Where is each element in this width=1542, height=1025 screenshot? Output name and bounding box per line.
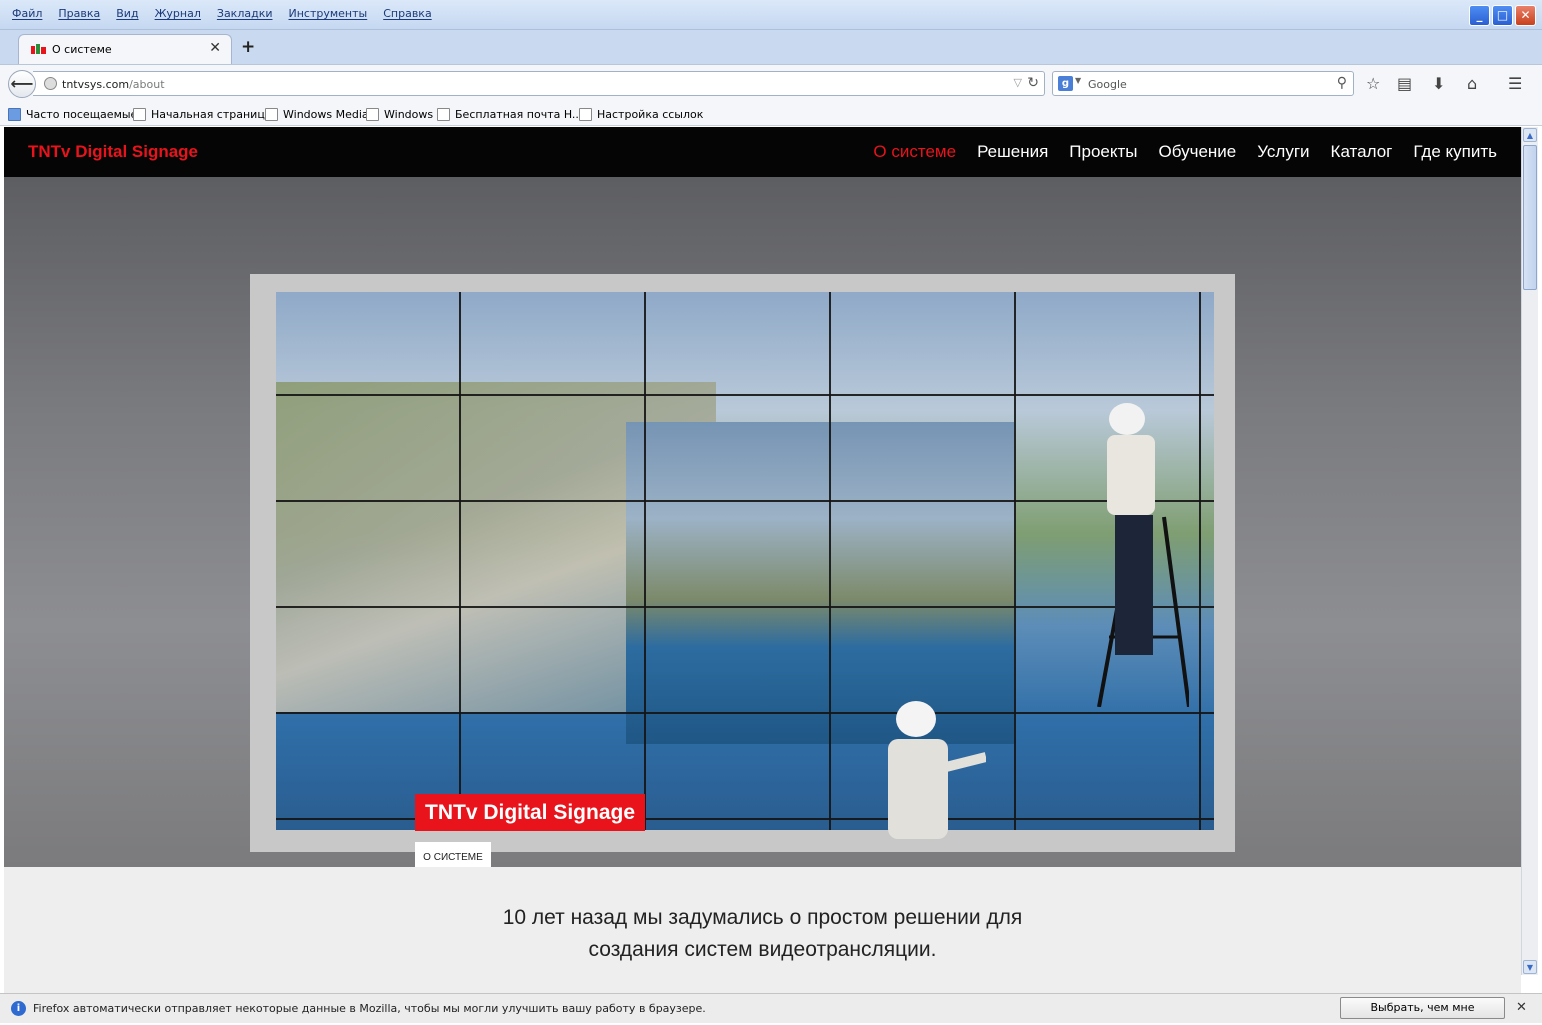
tab-title: О системе <box>52 43 112 56</box>
scroll-down-icon[interactable]: ▼ <box>1523 960 1537 974</box>
search-icon[interactable]: ⚲ <box>1337 75 1347 91</box>
info-icon: i <box>11 1001 26 1016</box>
bookmark-customize-links[interactable]: Настройка ссылок <box>579 108 703 121</box>
nav-training[interactable]: Обучение <box>1159 142 1237 162</box>
home-icon[interactable]: ⌂ <box>1467 74 1477 93</box>
worker-on-ladder-figure <box>1097 403 1189 707</box>
page-icon <box>133 108 146 121</box>
scrollbar-thumb[interactable] <box>1523 145 1537 290</box>
nav-catalog[interactable]: Каталог <box>1331 142 1393 162</box>
url-host: tntvsys.com <box>62 78 130 91</box>
bookmarks-toolbar: Часто посещаемые Начальная страница Wind… <box>0 102 1542 126</box>
menu-history[interactable]: Журнал <box>147 7 209 20</box>
history-dropdown-icon[interactable]: ▽ <box>1014 76 1022 89</box>
bookmark-most-visited[interactable]: Часто посещаемые <box>8 108 137 121</box>
nav-solutions[interactable]: Решения <box>977 142 1048 162</box>
address-bar[interactable]: tntvsys.com/about ▽ ↻ <box>33 71 1045 96</box>
page-icon <box>265 108 278 121</box>
hero-title: TNTv Digital Signage <box>415 794 646 831</box>
menu-view[interactable]: Вид <box>108 7 146 20</box>
window-titlebar: Файл Правка Вид Журнал Закладки Инструме… <box>0 0 1542 30</box>
window-controls: _ □ ✕ <box>1469 5 1536 26</box>
minimize-button[interactable]: _ <box>1469 5 1490 26</box>
page-icon <box>579 108 592 121</box>
about-button[interactable]: О СИСТЕМЕ <box>415 842 491 867</box>
intro-line-2: создания систем видеотрансляции. <box>588 938 937 961</box>
url-text[interactable]: tntvsys.com/about <box>62 78 165 91</box>
menu-bookmarks[interactable]: Закладки <box>209 7 281 20</box>
search-bar[interactable]: g ▼ Google ⚲ <box>1052 71 1354 96</box>
bookmarks-menu-icon[interactable]: ▤ <box>1397 74 1412 93</box>
engine-dropdown-icon[interactable]: ▼ <box>1075 76 1081 85</box>
google-icon[interactable]: g <box>1058 76 1073 91</box>
site-favicon-icon <box>31 44 46 54</box>
nav-where-to-buy[interactable]: Где купить <box>1413 142 1497 162</box>
site-nav-menu: О системе Решения Проекты Обучение Услуг… <box>873 142 1497 162</box>
notification-text: Firefox автоматически отправляет некотор… <box>33 1002 706 1015</box>
notification-bar: i Firefox автоматически отправляет некот… <box>0 993 1542 1025</box>
search-placeholder: Google <box>1088 78 1127 91</box>
page-scrollbar[interactable]: ▲ ▼ <box>1521 127 1538 975</box>
hero-banner: TNTv Digital Signage О СИСТЕМЕ <box>4 177 1521 867</box>
url-path: /about <box>129 78 165 91</box>
worker-standing-figure <box>888 701 986 839</box>
bookmark-label: Бесплатная почта H... <box>455 108 583 121</box>
bookmark-windows[interactable]: Windows <box>366 108 433 121</box>
bookmark-star-icon[interactable]: ☆ <box>1366 74 1380 93</box>
reload-icon[interactable]: ↻ <box>1027 75 1039 91</box>
nav-projects[interactable]: Проекты <box>1069 142 1137 162</box>
intro-text: 10 лет назад мы задумались о простом реш… <box>4 902 1521 966</box>
new-tab-icon[interactable]: + <box>241 37 255 57</box>
video-wall-image <box>276 292 1214 830</box>
page-icon <box>366 108 379 121</box>
tab-strip: О системе ✕ + <box>0 30 1542 64</box>
back-button[interactable]: ⟵ <box>8 70 36 98</box>
bookmark-label: Начальная страница <box>151 108 272 121</box>
downloads-icon[interactable]: ⬇ <box>1432 74 1445 93</box>
menu-help[interactable]: Справка <box>375 7 439 20</box>
choose-share-button[interactable]: Выбрать, чем мне поделиться <box>1340 997 1505 1025</box>
bookmark-label: Настройка ссылок <box>597 108 704 121</box>
site-brand-link[interactable]: TNTv Digital Signage <box>28 142 198 162</box>
bookmark-label: Часто посещаемые <box>26 108 138 121</box>
bookmark-label: Windows <box>384 108 434 121</box>
scroll-up-icon[interactable]: ▲ <box>1523 128 1537 142</box>
bookmark-free-mail[interactable]: Бесплатная почта H... <box>437 108 582 121</box>
menu-tools[interactable]: Инструменты <box>281 7 376 20</box>
site-header: TNTv Digital Signage О системе Решения П… <box>4 127 1521 177</box>
menu-bar: Файл Правка Вид Журнал Закладки Инструме… <box>4 7 440 20</box>
nav-toolbar: tntvsys.com/about ▽ ↻ ⟵ g ▼ Google ⚲ ☆ ▤… <box>0 64 1542 102</box>
globe-icon <box>44 77 57 90</box>
notification-close-icon[interactable]: ✕ <box>1516 1000 1527 1015</box>
nav-services[interactable]: Услуги <box>1257 142 1309 162</box>
hamburger-menu-icon[interactable]: ☰ <box>1508 74 1522 93</box>
maximize-button[interactable]: □ <box>1492 5 1513 26</box>
intro-line-1: 10 лет назад мы задумались о простом реш… <box>502 906 1023 929</box>
tab-about[interactable]: О системе ✕ <box>18 34 232 64</box>
tab-close-icon[interactable]: ✕ <box>209 40 221 56</box>
page-icon <box>437 108 450 121</box>
close-window-button[interactable]: ✕ <box>1515 5 1536 26</box>
bookmark-windows-media[interactable]: Windows Media <box>265 108 369 121</box>
back-arrow-icon: ⟵ <box>10 74 34 93</box>
nav-about[interactable]: О системе <box>873 142 956 162</box>
bookmark-label: Windows Media <box>283 108 369 121</box>
page-viewport: TNTv Digital Signage О системе Решения П… <box>4 127 1521 993</box>
video-wall-grid <box>276 292 1214 830</box>
menu-edit[interactable]: Правка <box>50 7 108 20</box>
folder-icon <box>8 108 21 121</box>
menu-file[interactable]: Файл <box>4 7 50 20</box>
bookmark-home-page[interactable]: Начальная страница <box>133 108 272 121</box>
